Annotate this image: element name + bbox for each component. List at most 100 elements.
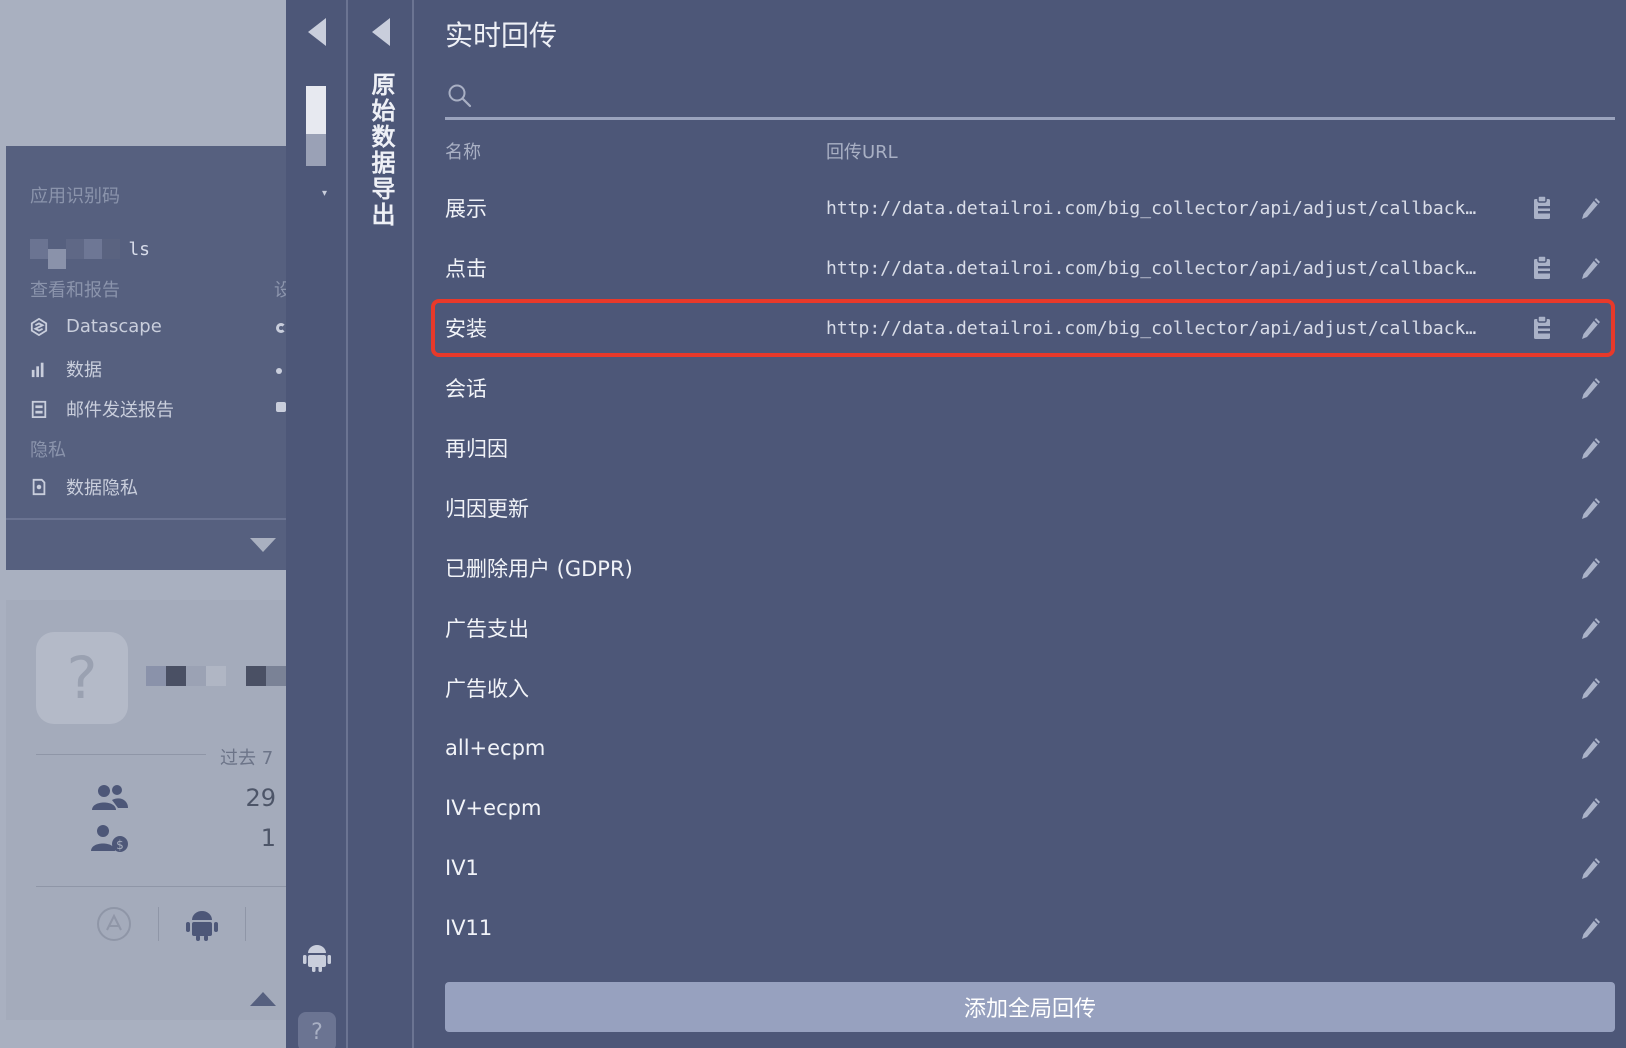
menu-item-data[interactable]: 数据 (30, 356, 102, 382)
blurred-app-name: ls (30, 228, 150, 270)
stat-paying-users-value: 1 (260, 824, 276, 852)
edit-pencil-icon[interactable] (1580, 796, 1602, 820)
raw-data-export-bar: 原始数据导出 (348, 0, 414, 1048)
callback-name: 点击 (445, 257, 487, 281)
callback-row[interactable]: 安装 http://data.detailroi.com/big_collecto… (431, 298, 1615, 358)
column-header-callback-url: 回传URL (826, 142, 898, 163)
stat-users-value: 29 (245, 784, 276, 812)
edit-pencil-icon[interactable] (1580, 856, 1602, 880)
back-arrow-icon[interactable] (372, 18, 390, 46)
callback-name: all+ecpm (445, 736, 546, 760)
callback-row[interactable]: IV1 (431, 838, 1615, 898)
email-report-gear-icon (276, 402, 286, 412)
background-side-menu: 应用识别码 ls 查看和报告 设 Datascape 数据 邮件发送报告 隐私 (6, 146, 286, 570)
app-avatar: ? (36, 632, 128, 724)
callback-row[interactable]: 广告收入 (431, 658, 1615, 718)
menu-item-datascape[interactable]: Datascape (30, 316, 162, 337)
collapse-left-arrow-icon[interactable] (308, 18, 326, 46)
stat-paying-users: $ 1 (90, 822, 286, 854)
page-title: 实时回传 (445, 19, 558, 52)
edit-pencil-icon[interactable] (1580, 496, 1602, 520)
callback-name: IV11 (445, 916, 493, 940)
menu-item-email-report[interactable]: 邮件发送报告 (30, 396, 174, 422)
platform-row (96, 906, 246, 942)
section-reports-trailing: 设 (274, 280, 286, 301)
paying-users-icon: $ (91, 825, 128, 852)
edit-pencil-icon[interactable] (1580, 196, 1602, 220)
left-collapse-bar: ▾ ? (286, 0, 348, 1048)
scrollbar-thumb[interactable] (306, 86, 326, 166)
callback-name: 会话 (445, 377, 487, 401)
menu-item-label: 邮件发送报告 (66, 400, 174, 421)
bar-chart-icon (31, 362, 44, 378)
add-global-callback-button[interactable]: 添加全局回传 (445, 982, 1615, 1032)
callback-row[interactable]: 展示 http://data.detailroi.com/big_collecto… (431, 178, 1615, 238)
blurred-app-title (146, 666, 286, 686)
edit-pencil-icon[interactable] (1580, 736, 1602, 760)
edit-pencil-icon[interactable] (1580, 616, 1602, 640)
collapse-menu-icon[interactable] (250, 538, 276, 552)
edit-pencil-icon[interactable] (1580, 436, 1602, 460)
edit-pencil-icon[interactable] (1580, 376, 1602, 400)
callback-row[interactable]: 点击 http://data.detailroi.com/big_collecto… (431, 238, 1615, 298)
realtime-callbacks-panel: 实时回传 名称 回传URL 展示 http://data.detailroi.co… (414, 0, 1626, 1048)
menu-item-label: 数据隐私 (66, 478, 138, 499)
background-app-page: 应用识别码 ls 查看和报告 设 Datascape 数据 邮件发送报告 隐私 (0, 0, 286, 1048)
scroll-down-icon[interactable]: ▾ (322, 188, 327, 199)
android-icon[interactable] (185, 906, 219, 942)
period-label: 过去 7 (220, 748, 274, 769)
app-store-icon[interactable] (96, 906, 132, 942)
callback-name: 归因更新 (445, 497, 529, 521)
copy-url-icon[interactable] (1531, 255, 1553, 281)
section-privacy-label: 隐私 (30, 440, 66, 461)
callback-row[interactable]: IV11 (431, 898, 1615, 958)
svg-text:$: $ (116, 838, 124, 852)
callback-name: 已删除用户 (GDPR) (445, 557, 633, 581)
callback-row[interactable]: 再归因 (431, 418, 1615, 478)
edit-pencil-icon[interactable] (1580, 256, 1602, 280)
app-id-label: 应用识别码 (30, 186, 120, 207)
edit-pencil-icon[interactable] (1580, 316, 1602, 340)
card-divider (36, 886, 286, 887)
card-divider (36, 754, 206, 755)
help-icon[interactable]: ? (298, 1012, 336, 1048)
callback-name: IV+ecpm (445, 796, 542, 820)
data-status-dot (276, 368, 282, 374)
edit-pencil-icon[interactable] (1580, 556, 1602, 580)
privacy-doc-icon (32, 478, 46, 496)
menu-item-label: Datascape (66, 316, 162, 337)
app-name-suffix: ls (128, 238, 150, 260)
search-icon (448, 84, 472, 107)
callback-row[interactable]: 会话 (431, 358, 1615, 418)
callback-url: http://data.detailroi.com/big_collector/… (826, 257, 1486, 279)
callback-row[interactable]: 广告支出 (431, 598, 1615, 658)
search-input[interactable] (473, 75, 1615, 116)
callback-name: 安装 (445, 317, 487, 341)
callback-name: 广告收入 (445, 677, 529, 701)
edit-pencil-icon[interactable] (1580, 676, 1602, 700)
copy-url-icon[interactable] (1531, 195, 1553, 221)
stat-users: 29 (90, 782, 286, 814)
edit-pencil-icon[interactable] (1580, 916, 1602, 940)
report-icon (31, 400, 47, 418)
column-header-name: 名称 (445, 142, 481, 163)
callback-name: 再归因 (445, 437, 508, 461)
raw-data-export-title[interactable]: 原始数据导出 (364, 72, 399, 228)
callback-row[interactable]: 已删除用户 (GDPR) (431, 538, 1615, 598)
callback-row[interactable]: IV+ecpm (431, 778, 1615, 838)
section-reports-label: 查看和报告 (30, 280, 120, 301)
callback-row[interactable]: 归因更新 (431, 478, 1615, 538)
users-icon (92, 785, 128, 810)
search-bar (445, 74, 1615, 120)
menu-item-label: 数据 (66, 360, 102, 381)
callback-row[interactable]: all+ecpm (431, 718, 1615, 778)
callback-name: 广告支出 (445, 617, 529, 641)
copy-url-icon[interactable] (1531, 315, 1553, 341)
callback-url: http://data.detailroi.com/big_collector/… (826, 317, 1486, 339)
callback-name: 展示 (445, 197, 487, 221)
menu-item-data-privacy[interactable]: 数据隐私 (30, 474, 138, 500)
expand-card-icon[interactable] (250, 992, 276, 1006)
datascape-icon (30, 317, 48, 336)
menu-divider (6, 518, 286, 520)
callback-name: IV1 (445, 856, 479, 880)
